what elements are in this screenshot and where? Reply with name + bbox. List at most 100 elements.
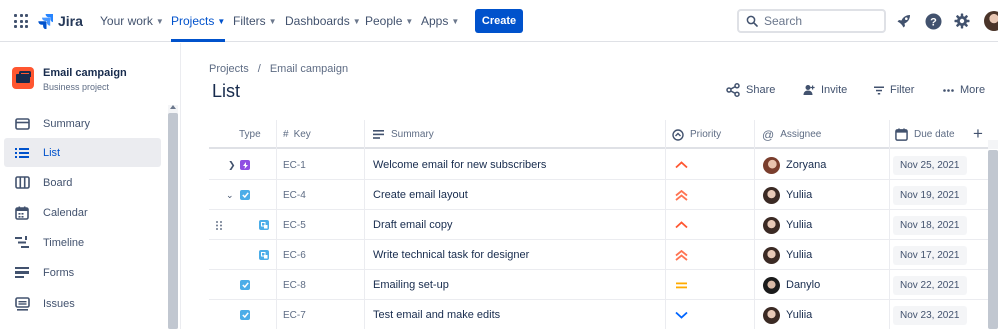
nav-filters[interactable]: Filters ▼ [233, 0, 277, 42]
due-date[interactable]: Nov 19, 2021 [893, 180, 967, 210]
assignee[interactable]: Danylo [763, 270, 820, 300]
priority-high-icon[interactable] [675, 240, 688, 270]
issue-summary[interactable]: Welcome email for new subscribers [373, 150, 546, 180]
due-date[interactable]: Nov 25, 2021 [893, 150, 967, 180]
nav-projects[interactable]: Projects ▼ [171, 0, 226, 42]
notifications-rocket[interactable] [894, 11, 914, 31]
priority-medium-icon[interactable] [675, 210, 688, 240]
table-row[interactable]: EC-7 Test email and make edits Yuliia No… [209, 300, 990, 329]
page-title: List [212, 81, 241, 101]
column-header-priority[interactable]: Priority [672, 120, 721, 149]
issue-key[interactable]: EC-7 [283, 300, 306, 329]
column-header-type[interactable]: Type [239, 120, 261, 149]
table-row[interactable]: EC-6 Write technical task for designer Y… [209, 240, 990, 270]
at-icon: @ [762, 127, 775, 142]
priority-low-icon[interactable] [675, 300, 688, 329]
calendar-icon [14, 205, 30, 221]
table-row[interactable]: ❯ EC-1 Welcome email for new subscribers… [209, 150, 990, 180]
avatar [763, 186, 780, 204]
issue-summary[interactable]: Emailing set-up [373, 270, 449, 300]
nav-your-work[interactable]: Your work ▼ [100, 0, 164, 42]
issue-type-subtask-icon [259, 240, 269, 270]
assignee[interactable]: Yuliia [763, 240, 812, 270]
issue-key[interactable]: EC-8 [283, 270, 306, 300]
avatar [763, 246, 780, 264]
issue-summary[interactable]: Draft email copy [373, 210, 452, 240]
scroll-up-arrow-icon[interactable] [170, 105, 176, 109]
settings-button[interactable] [952, 11, 972, 31]
help-icon: ? [925, 13, 941, 29]
filter-button[interactable]: Filter [874, 80, 914, 100]
column-header-due-date[interactable]: Due date [895, 120, 955, 149]
nav-apps[interactable]: Apps ▼ [421, 0, 459, 42]
table-scrollbar-thumb[interactable] [988, 150, 998, 329]
assignee[interactable]: Yuliia [763, 300, 812, 329]
nav-people[interactable]: People ▼ [365, 0, 413, 42]
sidebar-item-calendar[interactable]: Calendar [4, 198, 161, 227]
table-scrollbar-track[interactable] [988, 140, 998, 149]
issue-key[interactable]: EC-4 [283, 180, 306, 210]
issue-summary[interactable]: Write technical task for designer [373, 240, 529, 270]
sidebar-item-label: Timeline [43, 236, 85, 249]
table-header: Type # Key Summary Priority @ Assignee D… [209, 120, 990, 149]
breadcrumb-projects[interactable]: Projects [209, 63, 249, 75]
issue-key[interactable]: EC-1 [283, 150, 306, 180]
project-name[interactable]: Email campaign [43, 67, 127, 79]
user-avatar[interactable] [984, 11, 998, 31]
nav-dashboards[interactable]: Dashboards ▼ [285, 0, 361, 42]
issue-key[interactable]: EC-6 [283, 240, 306, 270]
priority-medium-icon[interactable] [675, 150, 688, 180]
avatar [763, 216, 780, 234]
sidebar-item-label: Forms [43, 266, 75, 279]
priority-high-icon[interactable] [675, 180, 688, 210]
column-header-summary[interactable]: Summary [373, 120, 434, 149]
due-date[interactable]: Nov 22, 2021 [893, 270, 967, 300]
sidebar-item-timeline[interactable]: Timeline [4, 228, 161, 257]
share-button[interactable]: Share [726, 80, 775, 100]
table-row[interactable]: EC-5 Draft email copy Yuliia Nov 18, 202… [209, 210, 990, 240]
search-input[interactable] [764, 14, 874, 28]
sidebar-item-summary[interactable]: Summary [4, 109, 161, 138]
sidebar-item-issues[interactable]: Issues [4, 289, 161, 318]
sidebar-item-forms[interactable]: Forms [4, 258, 161, 287]
help-button[interactable]: ? [923, 11, 943, 31]
project-avatar-icon [12, 67, 34, 89]
chevron-down-icon[interactable]: ⌄ [226, 180, 234, 210]
invite-button[interactable]: Invite [803, 80, 847, 100]
sidebar-item-board[interactable]: Board [4, 168, 161, 197]
due-date[interactable]: Nov 17, 2021 [893, 240, 967, 270]
table-row[interactable]: ⌄ EC-4 Create email layout Yuliia Nov 19… [209, 180, 990, 210]
avatar [763, 276, 780, 294]
issue-summary[interactable]: Test email and make edits [373, 300, 500, 329]
sidebar-item-list[interactable]: List [4, 138, 161, 167]
task-checkbox-icon [240, 280, 250, 290]
chevron-right-icon[interactable]: ❯ [228, 150, 236, 180]
assignee[interactable]: Yuliia [763, 210, 812, 240]
issue-type-task-icon [240, 270, 250, 300]
add-column-plus-icon[interactable]: + [969, 122, 987, 146]
breadcrumb-email-campaign[interactable]: Email campaign [270, 63, 348, 75]
more-button[interactable]: More [943, 80, 985, 100]
column-header-assignee[interactable]: @ Assignee [762, 120, 821, 149]
jira-logo[interactable]: Jira [38, 12, 83, 30]
issue-key[interactable]: EC-5 [283, 210, 306, 240]
assignee[interactable]: Zoryana [763, 150, 826, 180]
chevron-down-icon: ▼ [451, 16, 460, 26]
assignee-name: Yuliia [786, 189, 813, 201]
priority-circle-icon [672, 128, 684, 141]
assignee[interactable]: Yuliia [763, 180, 812, 210]
due-date-badge: Nov 22, 2021 [893, 275, 967, 295]
issue-summary[interactable]: Create email layout [373, 180, 468, 210]
priority-equal-icon[interactable] [675, 270, 688, 300]
sidebar-scrollbar-thumb[interactable] [168, 113, 178, 329]
column-header-key[interactable]: # Key [283, 120, 311, 149]
sidebar-item-label: List [43, 146, 61, 159]
due-date[interactable]: Nov 23, 2021 [893, 300, 967, 329]
create-button[interactable]: Create [475, 9, 523, 33]
share-icon [726, 83, 740, 97]
drag-handle-icon[interactable] [216, 210, 222, 240]
search-box[interactable] [737, 9, 886, 33]
app-switcher-icon[interactable] [14, 14, 28, 28]
table-row[interactable]: EC-8 Emailing set-up Danylo Nov 22, 2021 [209, 270, 990, 300]
due-date[interactable]: Nov 18, 2021 [893, 210, 967, 240]
